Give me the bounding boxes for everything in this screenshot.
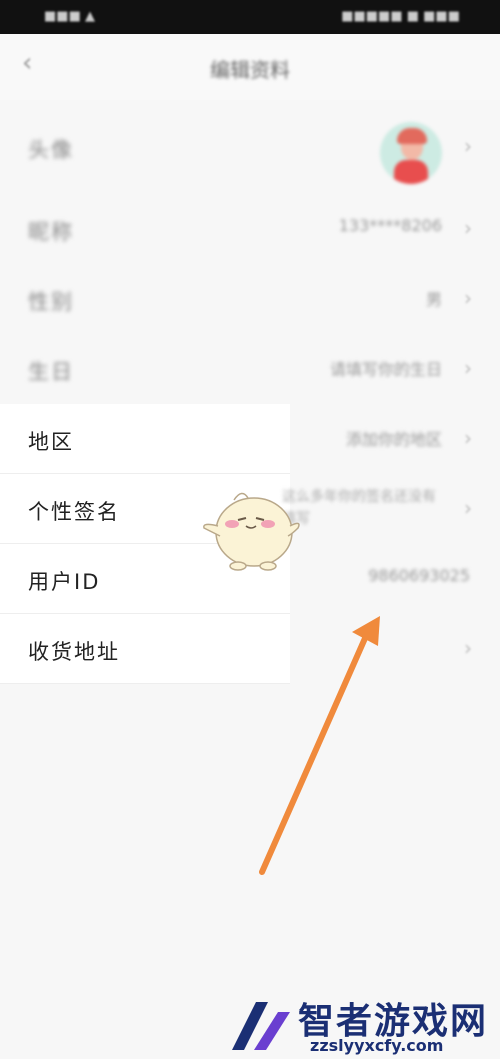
watermark: 智者游戏网 zzslyyxcfy.com [222,990,500,1059]
brand-url: zzslyyxcfy.com [310,1036,444,1055]
annotation-arrow [259,616,380,875]
brand-logo-icon [232,1002,290,1050]
